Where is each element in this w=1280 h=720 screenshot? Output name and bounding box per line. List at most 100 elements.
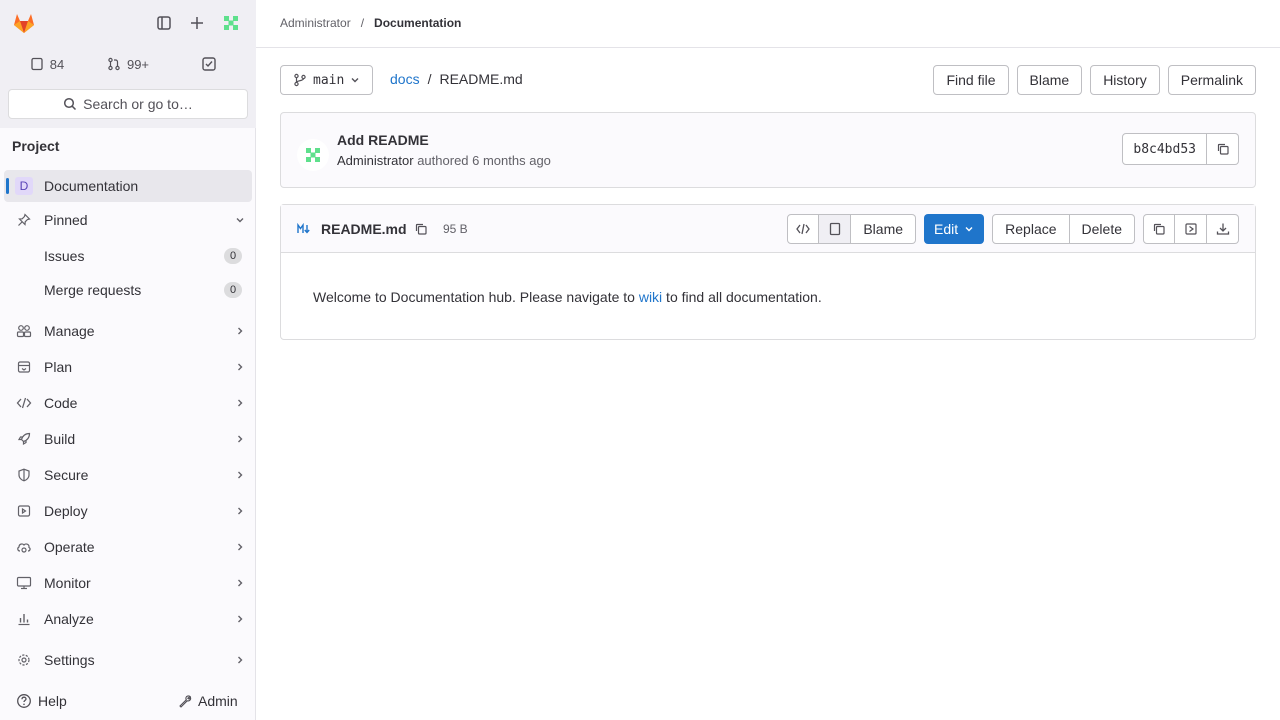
sidebar-item-label: Deploy [44, 503, 88, 519]
file-actions: Blame Edit Replace Delete [787, 214, 1239, 244]
chevron-right-icon [228, 362, 252, 372]
commit-sha[interactable]: b8c4bd53 [1122, 133, 1207, 165]
code-icon [796, 223, 811, 235]
user-avatar-button[interactable] [217, 9, 245, 37]
main-content: main docs / README.md Find file Blame Hi… [256, 48, 1280, 720]
sidebar-item-manage[interactable]: Manage [4, 315, 252, 347]
replace-button[interactable]: Replace [992, 214, 1070, 244]
file-modify-group: Replace Delete [992, 214, 1135, 244]
download-button[interactable] [1207, 214, 1239, 244]
content-text: to find all documentation. [662, 289, 822, 305]
wiki-link[interactable]: wiki [639, 289, 662, 305]
count-badge: 0 [224, 282, 242, 298]
sidebar-item-label: Build [44, 431, 76, 447]
file-viewer: README.md 95 B Blame Edit Replace Delete… [280, 204, 1256, 340]
sidebar-item-documentation[interactable]: D Documentation [4, 170, 252, 202]
delete-button[interactable]: Delete [1069, 214, 1135, 244]
pin-icon [4, 213, 44, 227]
users-icon [4, 324, 44, 338]
sidebar-item-settings[interactable]: Settings [4, 644, 252, 676]
sidebar-item-build[interactable]: Build [4, 423, 252, 455]
chevron-right-icon [228, 434, 252, 444]
breadcrumb-item-documentation[interactable]: Documentation [374, 16, 461, 30]
view-mode-group: Blame [787, 214, 917, 244]
display-source-button[interactable] [787, 214, 820, 244]
content-text: Welcome to Documentation hub. Please nav… [313, 289, 639, 305]
count-badge: 0 [224, 248, 242, 264]
file-blame-button[interactable]: Blame [851, 214, 917, 244]
todos-button[interactable] [170, 50, 248, 78]
copy-file-path-button[interactable] [411, 219, 431, 239]
path-root-link[interactable]: docs [390, 71, 420, 87]
top-bar: Administrator / Documentation [256, 0, 1280, 48]
chevron-down-icon [228, 215, 252, 225]
sidebar-item-monitor[interactable]: Monitor [4, 567, 252, 599]
commit-author[interactable]: Administrator [337, 153, 414, 168]
chevron-right-icon [228, 398, 252, 408]
code-icon [4, 396, 44, 410]
deploy-icon [4, 504, 44, 518]
gitlab-logo[interactable] [8, 7, 40, 39]
find-file-button[interactable]: Find file [933, 65, 1009, 95]
help-label: Help [38, 693, 67, 709]
path-separator: / [427, 71, 432, 87]
sidebar-item-code[interactable]: Code [4, 387, 252, 419]
merge-requests-counter-button[interactable]: 99+ [88, 50, 168, 78]
sidebar-item-secure[interactable]: Secure [4, 459, 252, 491]
sidebar-icon [157, 16, 171, 30]
permalink-button[interactable]: Permalink [1167, 65, 1256, 95]
merge-requests-count: 99+ [126, 56, 150, 72]
plan-icon [4, 360, 44, 374]
help-button[interactable]: Help [8, 686, 75, 716]
file-name: README.md [321, 221, 407, 237]
admin-label: Admin [198, 693, 238, 709]
branch-selector[interactable]: main [280, 65, 374, 95]
display-rendered-button[interactable] [819, 214, 852, 244]
merge-request-icon [108, 57, 120, 71]
chevron-right-icon [228, 542, 252, 552]
blame-button[interactable]: Blame [1016, 65, 1083, 95]
sidebar-item-issues[interactable]: Issues 0 [4, 240, 252, 272]
chevron-right-icon [228, 326, 252, 336]
copy-icon [415, 223, 427, 235]
sidebar-item-analyze[interactable]: Analyze [4, 603, 252, 635]
sidebar-toggle-button[interactable] [150, 9, 178, 37]
file-header: README.md 95 B Blame Edit Replace Delete [281, 205, 1255, 253]
breadcrumb: Administrator / Documentation [280, 16, 461, 30]
chart-icon [4, 612, 44, 626]
commit-author-avatar[interactable] [297, 139, 329, 171]
avatar-icon [306, 148, 320, 162]
sidebar-item-label: Operate [44, 539, 95, 555]
commit-meta: Administrator authored 6 months ago [337, 153, 551, 168]
sidebar-heading: Project [12, 138, 60, 154]
issues-counter-button[interactable]: 84 [8, 50, 86, 78]
sidebar-item-deploy[interactable]: Deploy [4, 495, 252, 527]
chevron-right-icon [228, 578, 252, 588]
admin-button[interactable]: Admin [170, 686, 246, 716]
last-commit: Add README Administrator authored 6 mont… [280, 112, 1256, 188]
sidebar-item-label: Plan [44, 359, 73, 375]
branch-name: main [313, 72, 345, 88]
sidebar-top: 84 99+ Search or go to… [0, 0, 256, 128]
branch-icon [294, 73, 306, 87]
history-button[interactable]: History [1090, 65, 1160, 95]
sidebar-item-merge-requests[interactable]: Merge requests 0 [4, 274, 252, 306]
sidebar-item-label: Analyze [44, 611, 94, 627]
breadcrumb-item-administrator[interactable]: Administrator [280, 16, 351, 30]
gear-icon [4, 653, 44, 667]
copy-contents-button[interactable] [1143, 214, 1175, 244]
create-new-button[interactable] [183, 9, 211, 37]
commit-title[interactable]: Add README [337, 132, 429, 148]
path-file-name[interactable]: README.md [439, 71, 522, 87]
search-button[interactable]: Search or go to… [8, 89, 248, 119]
search-label: Search or go to… [83, 96, 193, 112]
open-raw-button[interactable] [1175, 214, 1207, 244]
edit-dropdown-button[interactable]: Edit [924, 214, 985, 244]
edit-label: Edit [934, 221, 959, 237]
sidebar-item-label: Documentation [44, 178, 139, 194]
copy-sha-button[interactable] [1207, 133, 1239, 165]
sidebar-item-pinned[interactable]: Pinned [4, 204, 252, 236]
sidebar-item-operate[interactable]: Operate [4, 531, 252, 563]
sidebar-item-plan[interactable]: Plan [4, 351, 252, 383]
markdown-icon [297, 222, 311, 238]
